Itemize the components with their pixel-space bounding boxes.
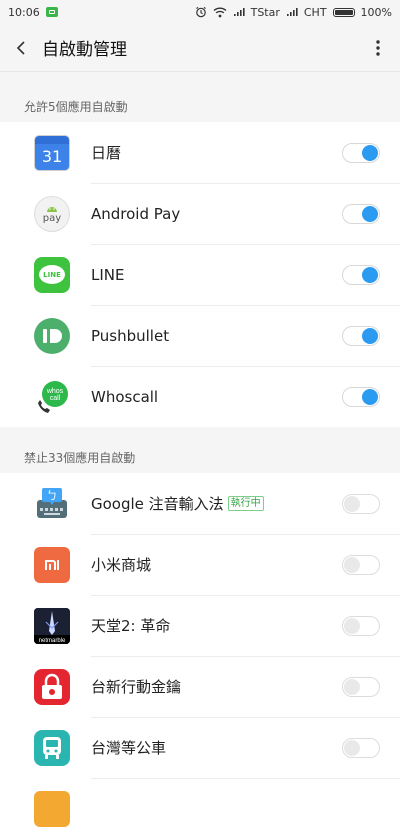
- app-bar: 自啟動管理: [0, 24, 400, 72]
- list-item: 31 日曆: [0, 122, 400, 183]
- app-name: 日曆: [91, 144, 122, 162]
- app-name: 小米商城: [91, 556, 152, 574]
- svg-text:ㄅ: ㄅ: [47, 489, 58, 502]
- app-name: LINE: [91, 265, 125, 284]
- battery-icon: [332, 7, 355, 17]
- android-pay-icon-text: pay: [42, 213, 62, 224]
- list-item: Pushbullet: [0, 305, 400, 366]
- list-item: [0, 778, 400, 839]
- list-item: ㄅ Google 注音輸入法 執行中: [0, 473, 400, 534]
- list-item: netmarble 天堂2: 革命: [0, 595, 400, 656]
- app-name: 天堂2: 革命: [91, 617, 171, 635]
- back-button[interactable]: [0, 24, 42, 72]
- app-name-text: Google 注音輸入法: [91, 495, 224, 513]
- autostart-toggle[interactable]: [342, 493, 380, 514]
- status-bar: 10:06 TStar CHT 100%: [0, 0, 400, 24]
- app-name: Pushbullet: [91, 326, 170, 345]
- more-options-button[interactable]: [356, 24, 400, 72]
- autostart-toggle[interactable]: [342, 264, 380, 285]
- list-item: 台新行動金鑰: [0, 656, 400, 717]
- lineage2-icon: netmarble: [34, 607, 70, 644]
- app-name: 台灣等公車: [91, 739, 167, 757]
- running-badge: 執行中: [227, 496, 264, 511]
- list-item: LINE LINE: [0, 244, 400, 305]
- calendar-icon: 31: [34, 134, 70, 171]
- autostart-toggle[interactable]: [342, 737, 380, 758]
- chevron-left-icon: [16, 40, 25, 55]
- svg-text:whos: whos: [46, 388, 64, 395]
- autostart-toggle[interactable]: [342, 676, 380, 697]
- autostart-toggle[interactable]: [342, 615, 380, 636]
- calendar-day: 31: [35, 143, 69, 170]
- app-name: 台新行動金鑰: [91, 678, 182, 696]
- app-name: Android Pay: [91, 204, 181, 223]
- list-item: 小米商城: [0, 534, 400, 595]
- autostart-toggle[interactable]: [342, 386, 380, 407]
- whoscall-icon: whos call: [34, 378, 70, 415]
- taishin-lock-icon: [34, 668, 70, 705]
- blocked-section-header: 禁止33個應用自啟動: [24, 451, 136, 465]
- app-name: Google 注音輸入法 執行中: [91, 493, 264, 514]
- autostart-toggle[interactable]: [342, 325, 380, 346]
- mi-store-icon: [34, 546, 70, 583]
- more-vert-icon: [376, 39, 380, 56]
- allowed-section-header: 允許5個應用自啟動: [24, 100, 128, 114]
- list-item: 台灣等公車: [0, 717, 400, 778]
- allowed-app-list: 31 日曆 pay Android Pay LINE LINE Pushbull…: [0, 122, 400, 427]
- autostart-toggle[interactable]: [342, 142, 380, 163]
- android-pay-icon: pay: [34, 195, 70, 232]
- signal-icon-2: [286, 7, 298, 17]
- carrier-2: CHT: [303, 5, 327, 19]
- app-icon-partial: [34, 790, 70, 827]
- app-name: Whoscall: [91, 387, 159, 406]
- svg-text:netmarble: netmarble: [39, 638, 66, 644]
- autostart-toggle[interactable]: [342, 554, 380, 575]
- pushbullet-icon: [34, 317, 70, 354]
- line-icon-text: LINE: [39, 265, 65, 284]
- line-icon: LINE: [34, 256, 70, 293]
- signal-icon-1: [233, 7, 245, 17]
- list-item: whos call Whoscall: [0, 366, 400, 427]
- status-time: 10:06: [8, 5, 40, 19]
- page-title: 自啟動管理: [42, 40, 127, 60]
- wifi-icon: [213, 7, 227, 18]
- carrier-1: TStar: [250, 5, 280, 19]
- message-notification-icon: [45, 7, 58, 17]
- alarm-icon: [195, 6, 207, 18]
- bus-icon: [34, 729, 70, 766]
- blocked-app-list: ㄅ Google 注音輸入法 執行中 小米商城 netmarble 天堂2: 革…: [0, 473, 400, 839]
- battery-percent: 100%: [360, 5, 392, 19]
- autostart-toggle[interactable]: [342, 203, 380, 224]
- svg-text:call: call: [50, 395, 61, 402]
- google-zhuyin-icon: ㄅ: [34, 485, 70, 522]
- list-item: pay Android Pay: [0, 183, 400, 244]
